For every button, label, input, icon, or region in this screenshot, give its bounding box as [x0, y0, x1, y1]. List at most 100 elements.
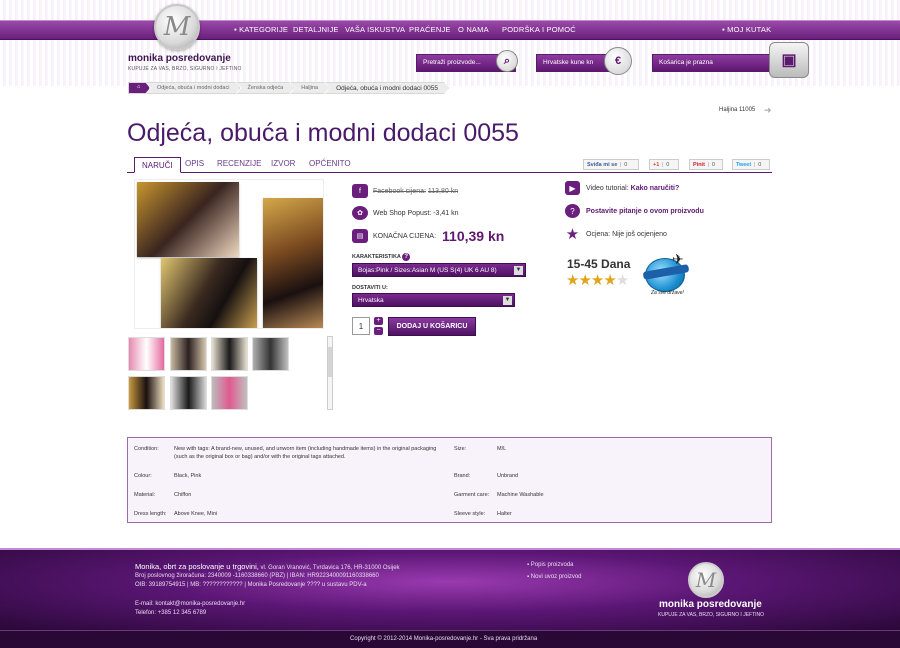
tab-opis[interactable]: OPIS [185, 159, 204, 168]
main-navbar: ▪ KATEGORIJE DETALJNIJE VAŠA ISKUSTVA PR… [0, 20, 900, 40]
spec-value: Chiffon [174, 492, 192, 498]
final-price-value: 110,39 kn [442, 228, 505, 244]
video-tutorial-label: Video tutorial: [586, 184, 629, 192]
cart-button[interactable]: Košarica je prazna [652, 54, 784, 72]
discount-row: ✿ Web Shop Popust: -3,41 kn [352, 206, 459, 220]
quantity-decrease-button[interactable]: − [374, 327, 383, 335]
attribute-select[interactable]: Bojas:Pink / Sizes:Asian M (US S(4) UK 6… [352, 263, 526, 277]
quantity-increase-button[interactable]: + [374, 317, 383, 325]
spec-label: Condition: [134, 446, 159, 452]
tweet-button[interactable]: Tweet 0 [732, 159, 770, 170]
facebook-price-label: Facebook cijena: [373, 187, 426, 195]
attribute-label-text: KARAKTERISTIKA [352, 254, 401, 260]
product-thumbnail[interactable] [170, 376, 207, 410]
product-thumbnail[interactable] [211, 376, 248, 410]
product-thumbnail[interactable] [252, 337, 289, 371]
logo[interactable]: M [154, 4, 200, 50]
final-price-label: KONAČNA CIJENA: [373, 232, 437, 240]
ask-question-row: ? Postavite pitanje o ovom proizvodu [565, 204, 704, 218]
spec-value: Machine Washable [497, 492, 544, 498]
footer-link-products[interactable]: ▪ Popis proizvoda [527, 562, 574, 568]
product-thumbnail[interactable] [128, 337, 165, 371]
breadcrumb-item[interactable]: Odjeća, obuća i modni dodaci [146, 82, 240, 94]
rating-row: ★ Ocjena: Nije još ocjenjeno [565, 226, 667, 243]
header-background [0, 0, 900, 86]
footer-link-new-import[interactable]: ▪ Novi uvoz proizvod [527, 574, 582, 580]
question-icon: ? [565, 204, 580, 218]
tweet-label: Tweet [736, 162, 752, 168]
footer-link-label: Popis proizvoda [530, 562, 574, 568]
facebook-like-label: Sviđa mi se [587, 162, 618, 168]
spec-value: New with tags: A brand-new, unused, and … [174, 446, 437, 460]
product-main-image[interactable] [134, 179, 324, 329]
ship-country-select[interactable]: Hrvatska ▼ [352, 293, 515, 307]
footer [0, 548, 900, 630]
nav-item-pracenje[interactable]: PRAĆENJE [409, 25, 451, 34]
video-camera-icon: ▶ [565, 181, 580, 195]
footer-brand-tagline: KUPUJE ZA VAS, BRZO, SIGURNO I JEFTINO [658, 612, 765, 618]
breadcrumb-item[interactable]: Haljina [290, 82, 329, 94]
tab-izvor[interactable]: IZVOR [271, 159, 295, 168]
spec-value: Unbrand [497, 473, 519, 479]
footer-phone: Telefon: +385 12 345 6789 [135, 610, 207, 616]
nav-item-moj-kutak[interactable]: ▪ MOJ KUTAK [722, 25, 771, 34]
google-plus-button[interactable]: +1 0 [649, 159, 679, 170]
spec-value: Black, Pink [174, 473, 202, 479]
nav-item-iskustva[interactable]: VAŠA ISKUSTVA [345, 25, 405, 34]
cart-box-icon[interactable]: ▣ [769, 42, 809, 78]
info-icon[interactable]: ? [402, 253, 411, 261]
breadcrumb-item[interactable]: Ženska odjeća [236, 82, 294, 94]
page-title: Odjeća, obuća i modni dodaci 0055 [127, 119, 519, 147]
airplane-icon: ✈ [672, 251, 684, 267]
ask-question-link[interactable]: Postavite pitanje o ovom proizvodu [586, 208, 704, 215]
facebook-icon: f [352, 184, 368, 198]
nav-item-podrska[interactable]: PODRŠKA I POMOĆ [502, 25, 576, 34]
nav-item-detaljnije[interactable]: DETALJNIJE [293, 25, 339, 34]
chevron-down-icon: ▼ [503, 296, 512, 305]
search-icon[interactable]: ⌕ [496, 50, 518, 72]
facebook-price-value: 113,80 kn [427, 187, 459, 195]
thumbnail-scrollbar[interactable] [327, 336, 333, 410]
product-photo [161, 258, 257, 328]
footer-link-label: Novi uvoz proizvod [530, 574, 582, 580]
footer-logo[interactable]: M [688, 562, 724, 598]
tab-recenzije[interactable]: RECENZIJE [217, 159, 261, 168]
product-thumbnail[interactable] [211, 337, 248, 371]
product-thumbnail[interactable] [128, 376, 165, 410]
discount-label: Web Shop Popust: [373, 209, 432, 217]
scrollbar-thumb[interactable] [328, 347, 332, 377]
logo-letter: M [163, 12, 191, 42]
brand-tagline: KUPUJE ZA VAS, BRZO, SIGURNO I JEFTINO [128, 66, 242, 72]
video-tutorial-link[interactable]: Kako naručiti? [631, 185, 680, 192]
attribute-label: KARAKTERISTIKA ? [352, 253, 411, 261]
facebook-price-row: f Facebook cijena: 113,80 kn [352, 184, 458, 198]
google-plus-count: 0 [662, 162, 669, 168]
pinterest-button[interactable]: Pinit 0 [689, 159, 723, 170]
add-to-cart-button[interactable]: DODAJ U KOŠARICU [388, 317, 476, 336]
facebook-like-count: 0 [620, 162, 627, 168]
spec-value: M/L [497, 446, 507, 452]
shipping-badge-text: Za sve države! [651, 290, 684, 296]
footer-email[interactable]: E-mail: kontakt@monika-posredovanje.hr [135, 601, 245, 607]
footer-company-name: Monika, obrt za poslovanje u trgovini, [135, 562, 259, 571]
nav-item-o-nama[interactable]: O NAMA [458, 25, 489, 34]
rating-label: Ocjena: [586, 230, 611, 238]
star-filled-icon: ★ [590, 272, 604, 289]
pinterest-count: 0 [707, 162, 715, 168]
tab-opcenito[interactable]: OPĆENITO [309, 159, 351, 168]
ship-label: DOSTAVITI U: [352, 285, 388, 291]
footer-oib: OIB: 39189754915 | MB: ???????????? | Mo… [135, 582, 367, 588]
tab-naruci[interactable]: NARUČI [134, 157, 181, 173]
home-icon[interactable]: ⌂ [128, 82, 150, 94]
item-specifics: Condition: New with tags: A brand-new, u… [127, 437, 772, 523]
item-number: Haljina 11005 [719, 107, 756, 113]
nav-item-kategorije[interactable]: ▪ KATEGORIJE [234, 25, 288, 34]
product-thumbnail[interactable] [170, 337, 207, 371]
quantity-input[interactable]: 1 [352, 317, 370, 335]
copyright-text: Copyright © 2012-2014 Monika-posredovanj… [350, 636, 538, 642]
star-empty-icon: ★ [615, 272, 629, 289]
next-arrow-icon[interactable]: ➜ [764, 105, 772, 116]
attribute-select-value: Bojas:Pink / Sizes:Asian M (US S(4) UK 6… [358, 267, 497, 274]
facebook-like-button[interactable]: Sviđa mi se 0 [583, 159, 639, 170]
product-photo [137, 182, 239, 257]
